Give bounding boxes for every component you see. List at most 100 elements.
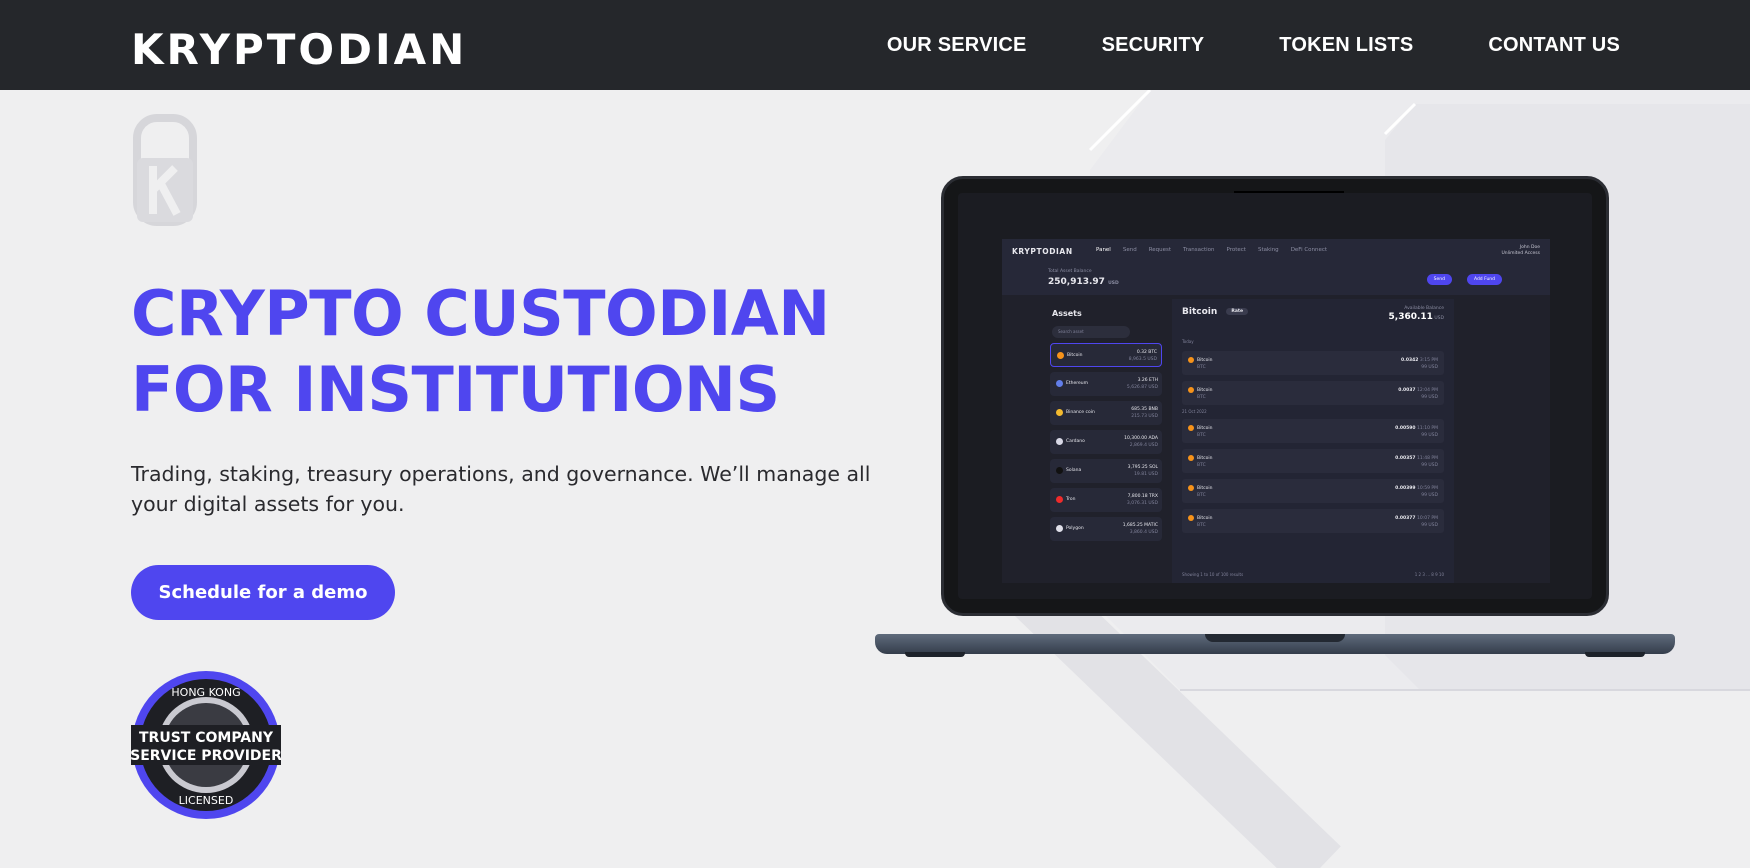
app-asset-name: Tron (1066, 497, 1076, 502)
app-bitcoin-panel: Bitcoin Rate Available Balance 5,360.11 … (1172, 299, 1454, 583)
app-asset-amount: 3,795.25 SOL 19.81 USD (1128, 464, 1158, 478)
app-tx-sub: BTC (1197, 365, 1206, 370)
app-asset-qty: 10,300.00 ADA (1124, 436, 1158, 441)
app-pager: Showing 1 to 10 of 100 results 1 2 3 ...… (1182, 572, 1444, 577)
laptop-lid: KRYPTODIAN Panel Send Request Transactio… (941, 176, 1609, 616)
app-tx-value: 0.00377 (1395, 516, 1416, 521)
app-balance-label: Total Asset Balance (1048, 269, 1092, 274)
app-tx-amount: 0.00357 11:48 PM 99 USD (1395, 455, 1438, 469)
app-tx-sub: BTC (1197, 463, 1206, 468)
app-asset-amount: 10,300.00 ADA 2,869.4 USD (1124, 435, 1158, 449)
bitcoin-icon (1188, 515, 1194, 521)
app-tx-sub: BTC (1197, 523, 1206, 528)
app-tab: Request (1148, 247, 1172, 253)
app-asset-qty: 685.35 BNB (1131, 407, 1158, 412)
app-asset-usd: 3,860.4 USD (1129, 530, 1158, 535)
app-tab: Staking (1257, 247, 1279, 253)
app-tx-name: Bitcoin BTC (1197, 455, 1212, 469)
app-asset-qty: 3,795.25 SOL (1127, 465, 1158, 470)
coin-icon (1056, 438, 1063, 445)
nav-our-service[interactable]: OUR SERVICE (887, 34, 1027, 57)
app-asset-name: Solana (1066, 468, 1082, 473)
app-tx-name: Bitcoin BTC (1197, 387, 1212, 401)
app-transaction-row: Bitcoin BTC 0.0037 12:04 PM 99 USD (1182, 381, 1444, 405)
app-tabs: Panel Send Request Transaction Protect S… (1096, 247, 1327, 253)
coin-icon (1057, 352, 1064, 359)
app-tx-coin: Bitcoin (1197, 516, 1213, 521)
nav-token-lists[interactable]: TOKEN LISTS (1279, 34, 1413, 57)
app-asset-qty: 0.32 BTC (1136, 350, 1157, 355)
app-asset-amount: 3.26 ETH 5,626.87 USD (1127, 377, 1158, 391)
hero-title-line2: FOR INSTITUTIONS (131, 353, 780, 426)
app-tx-amount: 0.00590 11:10 PM 99 USD (1395, 425, 1438, 439)
bitcoin-icon (1188, 455, 1194, 461)
app-asset-search: Search asset (1052, 326, 1130, 338)
app-asset-amount: 685.35 BNB 215.73 USD (1131, 406, 1158, 420)
main-nav: OUR SERVICE SECURITY TOKEN LISTS CONTANT… (887, 0, 1620, 90)
app-group-date: 21 Oct 2022 (1182, 409, 1207, 414)
app-asset-name: Binance coin (1066, 410, 1095, 415)
nav-contact-us[interactable]: CONTANT US (1488, 34, 1620, 57)
app-tx-value: 0.0037 (1398, 388, 1416, 393)
schedule-demo-button[interactable]: Schedule for a demo (131, 565, 395, 620)
nav-security[interactable]: SECURITY (1102, 34, 1205, 57)
app-tx-amount: 0.0342 3:15 PM 99 USD (1401, 357, 1438, 371)
app-tab: Panel (1096, 247, 1111, 253)
app-tx-sub: BTC (1197, 433, 1206, 438)
app-transaction-row: Bitcoin BTC 0.00377 10:07 PM 99 USD (1182, 509, 1444, 533)
app-tx-time: 12:04 PM (1417, 388, 1438, 393)
badge-line1: TRUST COMPANY (139, 730, 274, 746)
app-transaction-row: Bitcoin BTC 0.00399 10:59 PM 99 USD (1182, 479, 1444, 503)
app-tx-usd: 99 USD (1421, 523, 1438, 528)
app-available-balance: Available Balance 5,360.11 USD (1389, 305, 1444, 323)
badge-bottom-text: LICENSED (179, 794, 234, 807)
coin-icon (1056, 496, 1063, 503)
app-tx-coin: Bitcoin (1197, 426, 1213, 431)
app-asset-name: Polygon (1066, 526, 1084, 531)
app-pager-pages: 1 2 3 ... 8 9 10 (1414, 572, 1444, 577)
laptop-base-lip (1205, 634, 1345, 642)
brand-monogram-icon (133, 114, 197, 226)
app-asset-row: Ethereum 3.26 ETH 5,626.87 USD (1050, 372, 1162, 396)
app-asset-qty: 7,800.18 TRX (1127, 494, 1158, 499)
app-tx-usd: 99 USD (1421, 433, 1438, 438)
app-asset-name: Ethereum (1066, 381, 1088, 386)
app-asset-name: Bitcoin (1067, 353, 1083, 358)
app-detail-title: Bitcoin Rate (1182, 307, 1249, 317)
app-asset-row: Tron 7,800.18 TRX 3,076.31 USD (1050, 488, 1162, 512)
coin-icon (1056, 380, 1063, 387)
app-asset-usd: 5,626.87 USD (1126, 385, 1158, 390)
app-asset-name: Cardano (1066, 439, 1085, 444)
bitcoin-icon (1188, 425, 1194, 431)
badge-line2: SERVICE PROVIDER (131, 748, 281, 764)
app-user: John Doe Unlimited Access (1501, 245, 1540, 257)
bitcoin-icon (1188, 357, 1194, 363)
app-asset-usd: 215.73 USD (1131, 414, 1158, 419)
app-asset-qty: 3.26 ETH (1137, 378, 1158, 383)
coin-icon (1056, 409, 1063, 416)
app-group-today: Today (1182, 339, 1194, 344)
app-tx-name: Bitcoin BTC (1197, 425, 1212, 439)
brand-logo[interactable]: KRYPTODIAN (131, 28, 467, 72)
app-tx-amount: 0.00399 10:59 PM 99 USD (1395, 485, 1438, 499)
app-asset-usd: 8,963.5 USD (1128, 357, 1157, 362)
app-tx-amount: 0.0037 12:04 PM 99 USD (1398, 387, 1438, 401)
app-asset-row: Polygon 1,685.25 MATIC 3,860.4 USD (1050, 517, 1162, 541)
laptop-foot (905, 652, 965, 657)
app-tx-usd: 99 USD (1421, 493, 1438, 498)
app-detail-title-text: Bitcoin (1182, 307, 1218, 317)
app-header: KRYPTODIAN Panel Send Request Transactio… (1002, 239, 1550, 295)
laptop-foot (1585, 652, 1645, 657)
app-user-role: Unlimited Access (1501, 251, 1540, 256)
app-tx-time: 3:15 PM (1419, 358, 1438, 363)
app-asset-amount: 7,800.18 TRX 3,076.31 USD (1127, 493, 1158, 507)
app-asset-row: Cardano 10,300.00 ADA 2,869.4 USD (1050, 430, 1162, 454)
app-preview: KRYPTODIAN Panel Send Request Transactio… (1002, 239, 1550, 583)
app-tx-coin: Bitcoin (1197, 486, 1213, 491)
coin-icon (1056, 467, 1063, 474)
laptop-screen: KRYPTODIAN Panel Send Request Transactio… (958, 193, 1592, 599)
app-asset-amount: 1,685.25 MATIC 3,860.4 USD (1123, 522, 1158, 536)
app-pager-text: Showing 1 to 10 of 100 results (1182, 572, 1244, 577)
app-tx-name: Bitcoin BTC (1197, 357, 1212, 371)
app-balance-unit: USD (1108, 281, 1119, 286)
